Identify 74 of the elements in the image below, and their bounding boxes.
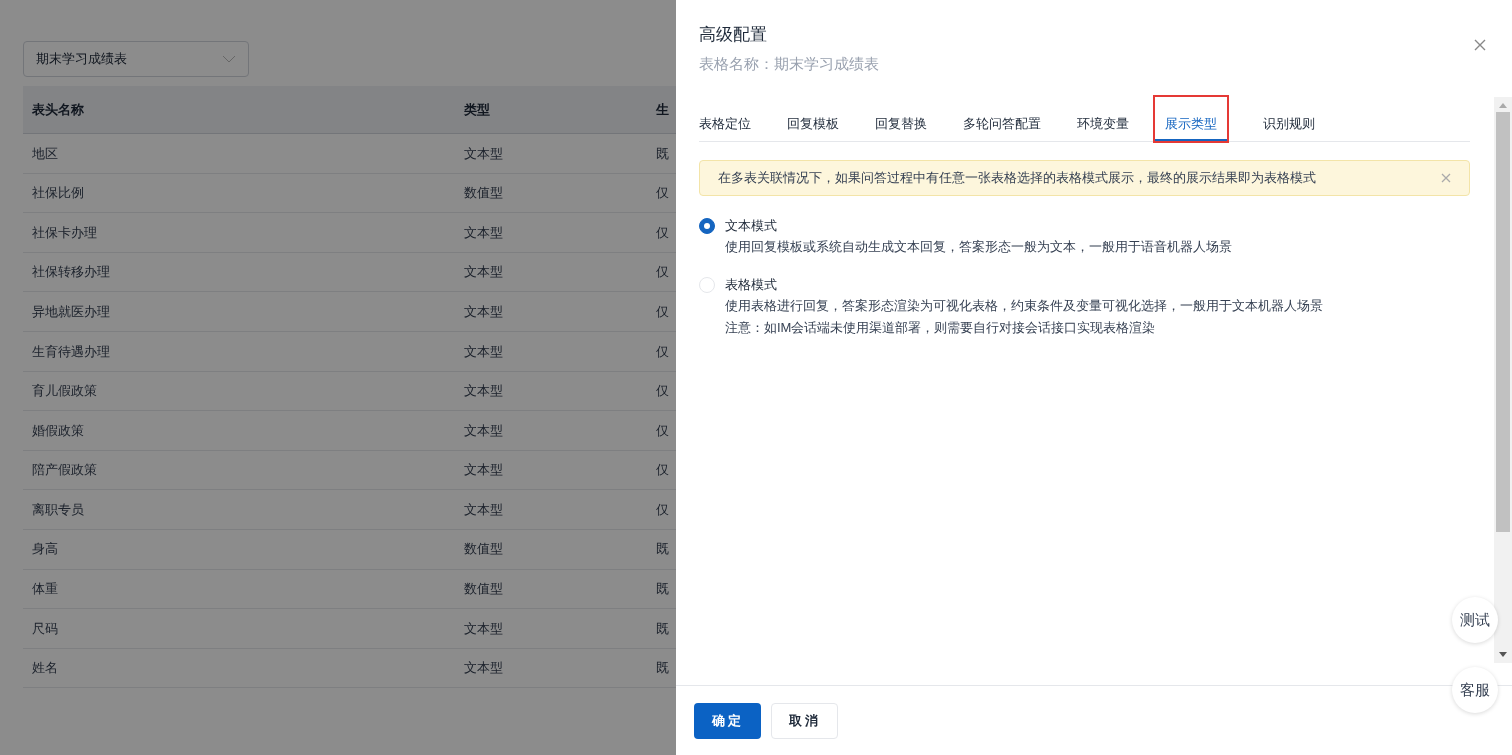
table-cell-text: 仅 [656, 342, 670, 361]
table-select[interactable]: 期末学习成绩表 [23, 41, 249, 77]
table-cell-text: 社保比例 [31, 184, 85, 203]
table-cell-text: 文本型 [464, 342, 504, 361]
table-cell-text: 仅 [656, 263, 670, 282]
confirm-button[interactable]: 确定 [694, 702, 761, 739]
table-cell-text: 文本型 [464, 619, 504, 638]
close-icon[interactable] [1474, 39, 1486, 51]
table-cell-text: 文本型 [464, 659, 504, 678]
table-cell-text: 婚假政策 [31, 421, 85, 440]
table-cell-text: 育儿假政策 [31, 382, 98, 401]
close-icon[interactable] [1441, 173, 1451, 183]
table-cell-text: 地区 [31, 144, 59, 163]
cancel-button[interactable]: 取消 [771, 702, 838, 739]
table-cell-text: 社保卡办理 [31, 223, 98, 242]
tab[interactable]: 识别规则 [1263, 97, 1315, 141]
table-cell-text: 仅 [656, 184, 670, 203]
table-cell-text: 体重 [31, 580, 59, 599]
table-cell-text: 仅 [656, 223, 670, 242]
option-label: 文本模式 [725, 217, 777, 236]
table-cell-text: 文本型 [464, 500, 504, 519]
support-button[interactable]: 客服 [1452, 667, 1498, 713]
table-cell-text: 文本型 [464, 421, 504, 440]
table-cell-text: 既 [656, 619, 670, 638]
table-cell-text: 数值型 [464, 580, 504, 599]
table-cell-text: 身高 [31, 540, 59, 559]
table-cell-text: 文本型 [464, 263, 504, 282]
column-header: 生 [656, 100, 670, 119]
table-cell-text: 生育待遇办理 [31, 342, 111, 361]
table-cell-text: 文本型 [464, 223, 504, 242]
table-cell-text: 尺码 [31, 619, 59, 638]
table-cell-text: 文本型 [464, 144, 504, 163]
option-description: 使用表格进行回复，答案形态渲染为可视化表格，约束条件及变量可视化选择，一般用于文本机器人场景 [724, 297, 1324, 315]
scrollbar[interactable] [1494, 97, 1512, 663]
column-header: 类型 [464, 100, 491, 119]
table-cell-text: 陪产假政策 [31, 461, 98, 480]
table-cell-text: 姓名 [31, 659, 59, 678]
option-description: 注意：如IM会话端未使用渠道部署，则需要自行对接会话接口实现表格渲染 [724, 319, 1157, 337]
table-cell-text: 仅 [656, 421, 670, 440]
table-cell-text: 数值型 [464, 184, 504, 203]
select-value: 期末学习成绩表 [36, 50, 127, 69]
table-cell-text: 仅 [656, 461, 670, 480]
column-header: 表头名称 [31, 100, 85, 119]
table-cell-text: 仅 [656, 500, 670, 519]
tab[interactable]: 展示类型 [1155, 97, 1227, 141]
tab[interactable]: 回复模板 [787, 97, 839, 141]
table-name: 表格名称：期末学习成绩表 [699, 53, 879, 74]
table-cell-text: 既 [656, 144, 670, 163]
table-cell-text: 既 [656, 580, 670, 599]
table-cell-text: 仅 [656, 302, 670, 321]
tab[interactable]: 环境变量 [1077, 97, 1129, 141]
tab[interactable]: 多轮问答配置 [963, 97, 1041, 141]
table-cell-text: 仅 [656, 382, 670, 401]
option-label: 表格模式 [725, 276, 777, 295]
table-cell-text: 文本型 [464, 382, 504, 401]
table-cell-text: 社保转移办理 [31, 263, 111, 282]
table-cell-text: 离职专员 [31, 500, 85, 519]
table-cell-text: 文本型 [464, 302, 504, 321]
table-cell-text: 异地就医办理 [31, 302, 111, 321]
table-cell-text: 数值型 [464, 540, 504, 559]
table-cell-text: 文本型 [464, 461, 504, 480]
table-cell-text: 既 [656, 540, 670, 559]
drawer-title: 高级配置 [699, 24, 768, 46]
alert-text: 在多表关联情况下，如果问答过程中有任意一张表格选择的表格模式展示，最终的展示结果即为表格模式 [718, 169, 1316, 188]
test-button[interactable]: 测试 [1452, 597, 1498, 643]
table-cell-text: 既 [656, 659, 670, 678]
scroll-up-icon[interactable] [1499, 103, 1507, 108]
scrollbar-thumb[interactable] [1496, 112, 1510, 532]
option-description: 使用回复模板或系统自动生成文本回复，答案形态一般为文本，一般用于语音机器人场景 [724, 238, 1233, 256]
chevron-down-icon [222, 55, 236, 63]
tab[interactable]: 回复替换 [875, 97, 927, 141]
radio-button[interactable] [699, 218, 715, 234]
tab[interactable]: 表格定位 [699, 97, 751, 141]
scroll-down-icon[interactable] [1499, 652, 1507, 657]
